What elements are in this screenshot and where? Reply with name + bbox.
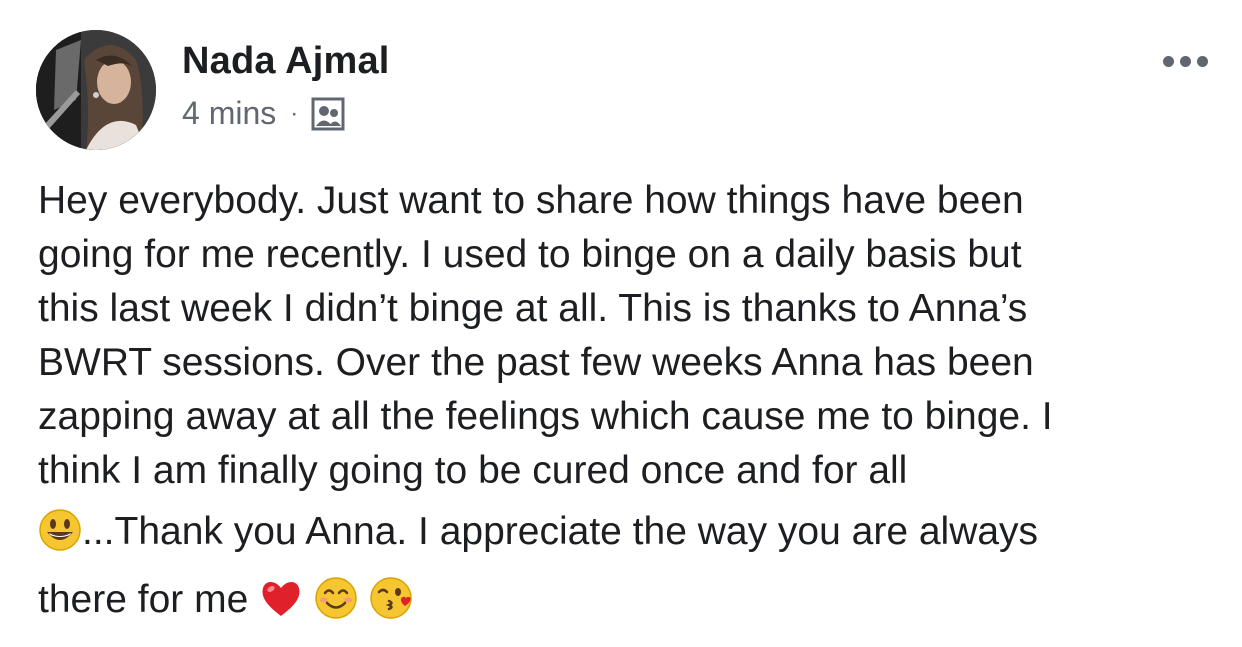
post-line-text: ...Thank you Anna. I appreciate the way … [82,510,1039,553]
more-dot [1180,56,1191,67]
grinning-face-emoji [38,508,82,552]
face-blowing-kiss-emoji [369,576,413,620]
meta-separator: · [290,99,299,127]
post-line: ...Thank you Anna. I appreciate the way … [38,498,1208,566]
post-meta: 4 mins · [182,95,346,132]
post-line: BWRT sessions. Over the past few weeks A… [38,341,1034,384]
post-line: Hey everybody. Just want to share how th… [38,179,1024,222]
avatar[interactable] [36,30,156,150]
more-options-icon[interactable] [1163,56,1208,67]
more-dot [1197,56,1208,67]
post-line: zapping away at all the feelings which c… [38,395,1053,438]
friends-icon[interactable] [310,96,346,132]
more-dot [1163,56,1174,67]
post-line: there for me [38,566,1208,634]
post-line: going for me recently. I used to binge o… [38,233,1022,276]
post-line: think I am finally going to be cured onc… [38,449,908,492]
red-heart-emoji [259,576,303,620]
author-name[interactable]: Nada Ajmal [182,40,390,83]
post-line-text: there for me [38,578,249,621]
post-line: this last week I didn’t binge at all. Th… [38,287,1028,330]
smiling-face-emoji [314,576,358,620]
post-body: Hey everybody. Just want to share how th… [38,174,1208,634]
timestamp[interactable]: 4 mins [182,95,276,132]
